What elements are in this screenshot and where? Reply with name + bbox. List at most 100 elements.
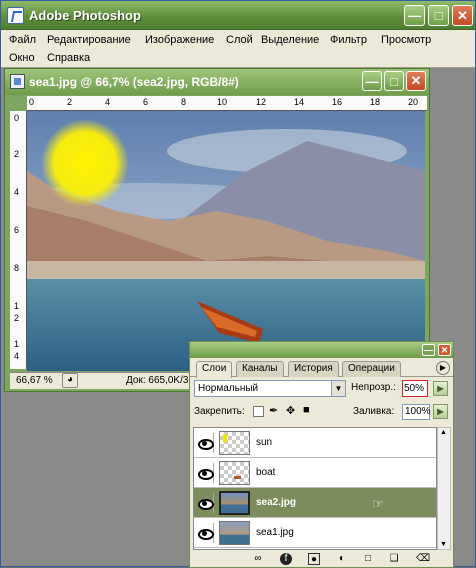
blend-mode-value: Нормальный [198,383,259,394]
layers-panel: — ✕ Слои Каналы История Операции ▶ Норма… [189,341,454,568]
minimize-button[interactable]: — [404,5,425,26]
close-button[interactable]: ✕ [452,5,473,26]
layer-name: sea2.jpg [256,497,297,508]
fill-label: Заливка: [353,406,395,417]
lock-all-icon[interactable]: ■ [303,404,310,416]
new-layer-icon[interactable]: ❏ [388,553,400,565]
eye-icon[interactable] [196,433,214,453]
menu-help[interactable]: Справка [47,52,90,64]
layers-list: sun boat sea2.jpg ☞ sea1.jpg [193,427,437,550]
layer-style-icon[interactable]: f [280,553,292,565]
eye-icon[interactable] [196,463,214,483]
lock-label: Закрепить: [194,406,245,417]
minimize-icon: — [365,73,379,89]
image-canvas[interactable] [27,111,425,371]
menu-window[interactable]: Окно [9,52,35,64]
trash-icon[interactable]: ⌫ [416,553,430,565]
new-group-icon[interactable]: □ [362,553,374,565]
photoshop-window: Adobe Photoshop — □ ✕ Файл Редактировани… [0,0,476,568]
layer-row-sea1[interactable]: sea1.jpg [194,518,436,548]
ruler-tick: 1 [14,339,20,349]
tab-layers[interactable]: Слои [196,361,233,378]
menu-edit[interactable]: Редактирование [47,34,131,46]
ruler-tick: 6 [14,225,20,235]
ruler-tick: 0 [14,113,20,123]
panel-tabs: Слои Каналы История Операции ▶ [190,358,453,378]
eye-icon[interactable] [196,493,214,513]
doc-minimize-button[interactable]: — [362,71,382,91]
ruler-tick: 18 [370,97,381,107]
layers-scrollbar[interactable]: ▲ ▼ [437,427,451,550]
ruler-tick: 2 [14,313,20,323]
link-layers-icon[interactable]: ∞ [252,553,264,565]
menu-view[interactable]: Просмотр [381,34,431,46]
vertical-ruler: 0 2 4 6 8 1 2 1 4 [10,111,27,369]
layer-row-boat[interactable]: boat [194,458,436,488]
panel-menu-icon[interactable]: ▶ [436,361,450,375]
fill-input[interactable]: 100% [402,404,431,420]
layer-mask-icon[interactable]: ● [308,553,320,565]
close-icon: ✕ [440,344,449,355]
fill-slider-button[interactable]: ▶ [433,404,448,419]
blend-mode-select[interactable]: Нормальный ▼ [194,380,346,397]
close-icon: ✕ [457,7,468,23]
maximize-button[interactable]: □ [428,5,449,26]
doc-maximize-button[interactable]: □ [384,71,404,91]
layer-row-sea2[interactable]: sea2.jpg ☞ [194,488,436,518]
opacity-slider-button[interactable]: ▶ [433,381,448,396]
boat-thumbnail-mark [234,476,241,479]
scroll-up-icon[interactable]: ▲ [440,429,447,436]
lock-transparency-icon[interactable] [253,406,264,417]
app-titlebar: Adobe Photoshop — □ ✕ [1,1,475,30]
ruler-tick: 10 [217,97,228,107]
lock-brush-icon[interactable]: ✒ [269,404,278,417]
panel-minimize-button[interactable]: — [422,344,435,356]
ruler-tick: 0 [29,97,35,107]
zoom-level[interactable]: 66,67 % [16,375,53,386]
adjustment-layer-icon[interactable]: ◐ [336,553,348,565]
opacity-input[interactable]: 50% [402,380,428,397]
ruler-tick: 1 [14,301,20,311]
opacity-value: 50% [404,383,425,394]
landscape-image [27,111,425,371]
eye-icon[interactable] [196,523,214,543]
ruler-tick: 8 [181,97,187,107]
ruler-tick: 6 [143,97,149,107]
ruler-tick: 8 [14,263,20,273]
document-icon [10,74,25,89]
menu-filter[interactable]: Фильтр [330,34,367,46]
ruler-tick: 2 [67,97,73,107]
scroll-down-icon[interactable]: ▼ [440,541,447,548]
status-menu-icon[interactable]: ◕ [62,373,78,388]
layer-thumbnail [219,431,250,455]
minimize-icon: — [424,345,433,355]
menu-select[interactable]: Выделение [261,34,319,46]
layer-thumbnail [219,491,250,515]
ruler-tick: 4 [14,351,20,361]
document-info: Док: 665,0K/3, [126,375,192,386]
app-title: Adobe Photoshop [29,8,141,23]
layer-thumbnail [219,461,250,485]
document-title: sea1.jpg @ 66,7% (sea2.jpg, RGB/8#) [29,75,239,89]
panel-titlebar: — ✕ [190,342,453,358]
panel-close-button[interactable]: ✕ [438,344,451,356]
menu-file[interactable]: Файл [9,34,36,46]
menu-layer[interactable]: Слой [226,34,253,46]
ruler-tick: 16 [332,97,343,107]
ruler-tick: 2 [14,149,20,159]
layer-row-sun[interactable]: sun [194,428,436,458]
maximize-icon: □ [434,8,443,23]
doc-close-button[interactable]: ✕ [406,71,426,91]
tab-channels[interactable]: Каналы [236,361,284,377]
tab-actions[interactable]: Операции [342,361,401,377]
ruler-tick: 14 [294,97,305,107]
minimize-icon: — [408,8,421,23]
lock-move-icon[interactable]: ✥ [286,404,295,417]
triangle-right-icon: ▶ [437,407,444,416]
hand-cursor-icon: ☞ [372,496,384,511]
layer-thumbnail [219,521,250,545]
menu-image[interactable]: Изображение [145,34,214,46]
layer-name: boat [256,467,276,478]
horizontal-ruler: 0 2 4 6 8 10 12 14 16 18 20 [27,96,427,111]
tab-history[interactable]: История [288,361,339,377]
